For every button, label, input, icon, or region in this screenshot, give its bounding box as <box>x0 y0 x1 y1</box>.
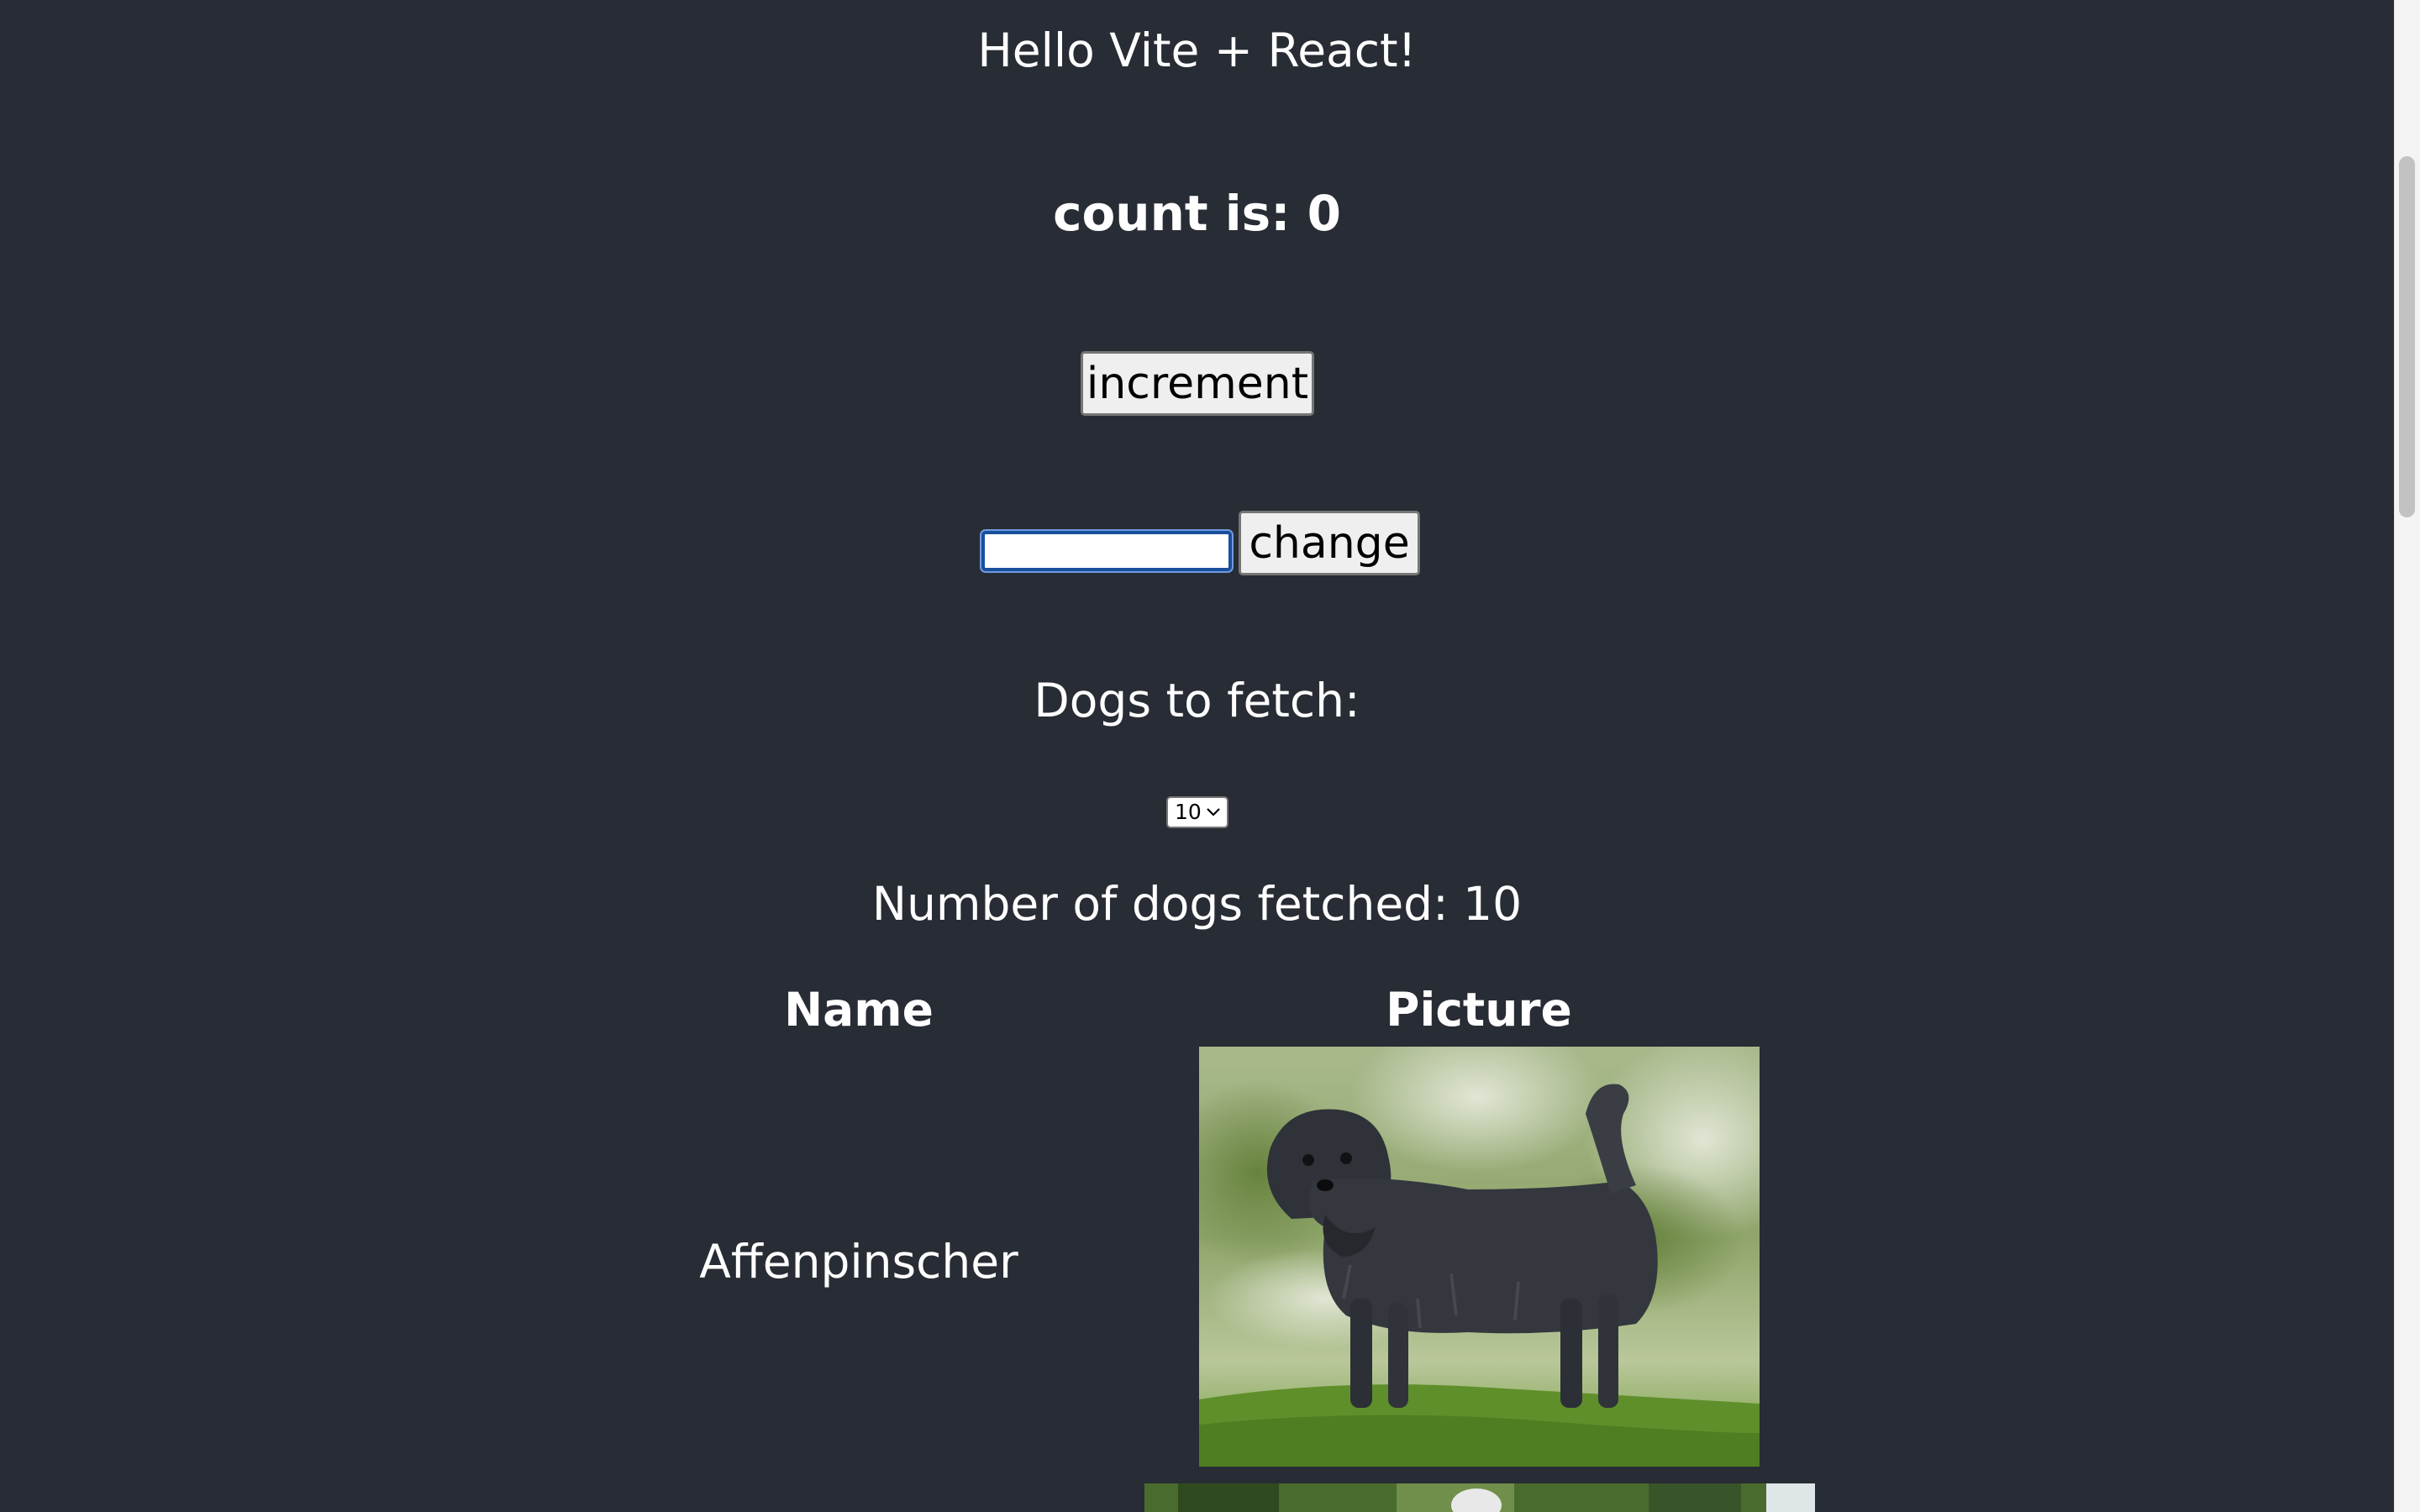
count-label: count is: 0 <box>1053 185 1341 242</box>
table-header-picture: Picture <box>1386 983 1572 1037</box>
app-page: Hello Vite + React! count is: 0 incremen… <box>0 0 2420 1512</box>
dogs-count-selected-value: 10 <box>1175 800 1202 824</box>
app-content: Hello Vite + React! count is: 0 incremen… <box>0 0 2394 1512</box>
chevron-down-icon <box>1206 800 1221 832</box>
page-title: Hello Vite + React! <box>977 24 1417 77</box>
dogs-to-fetch-label: Dogs to fetch: <box>1034 674 1360 727</box>
dogs-count-select[interactable]: 10 <box>1166 796 1228 828</box>
change-button[interactable]: change <box>1239 511 1420 575</box>
table-cell-name: Affenpinscher <box>699 1235 1018 1289</box>
table-header-name: Name <box>784 983 934 1037</box>
change-text-input[interactable] <box>980 529 1234 573</box>
increment-button[interactable]: increment <box>1081 351 1314 416</box>
dog-photo-2 <box>1144 1483 1815 1512</box>
scrollbar-thumb[interactable] <box>2399 156 2415 517</box>
dog-photo <box>1199 1047 1760 1467</box>
dogs-fetched-count: Number of dogs fetched: 10 <box>871 877 1523 931</box>
